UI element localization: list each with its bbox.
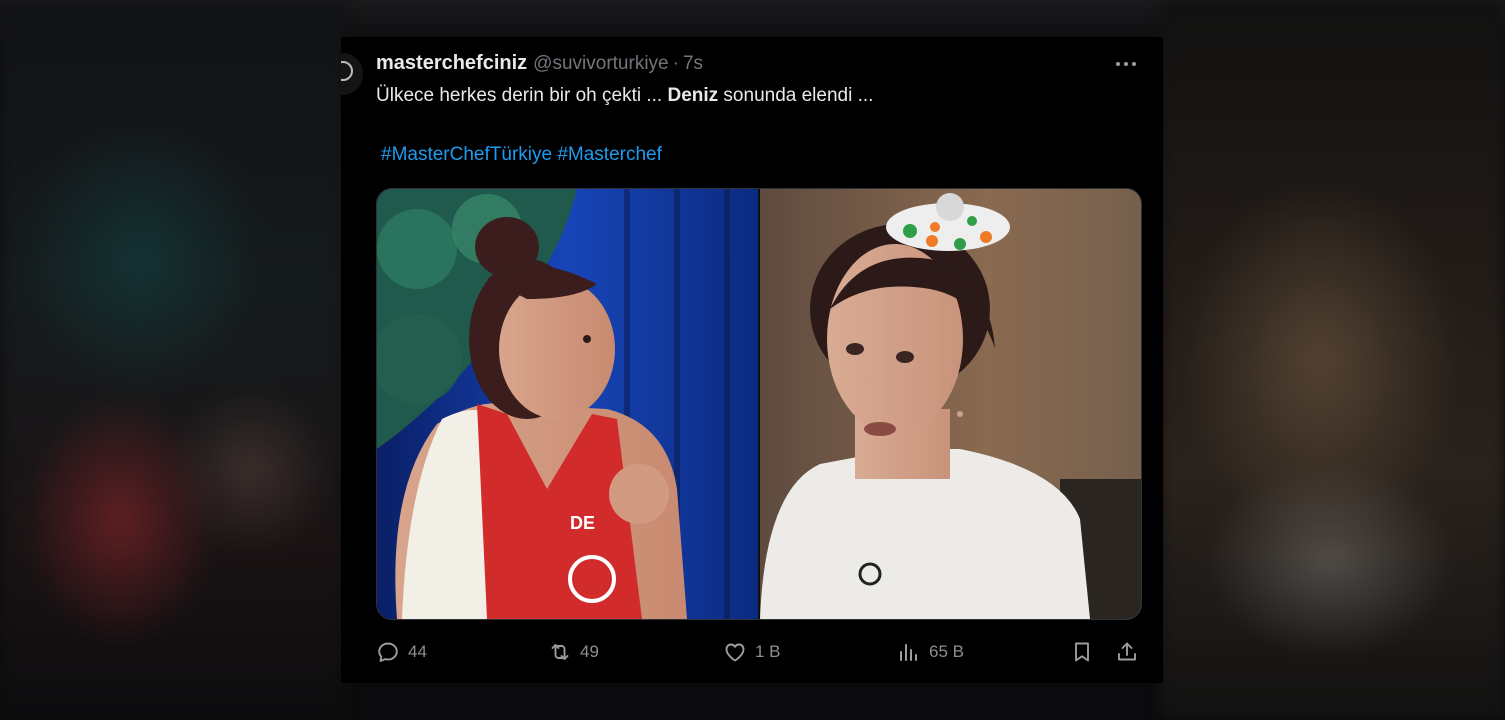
photo-left-art: DE	[377, 189, 758, 619]
tweet-card[interactable]: masterchefciniz @suvivorturkiye · 7s Ülk…	[341, 37, 1163, 683]
repost-button[interactable]: 49	[548, 635, 599, 669]
tweet-text: Ülkece herkes derin bir oh çekti ... Den…	[376, 85, 873, 107]
backdrop-left	[0, 0, 345, 720]
tweet-text-part2: sonunda elendi ...	[718, 85, 874, 106]
like-button[interactable]: 1 B	[723, 635, 781, 669]
tweet-media[interactable]: DE	[376, 188, 1142, 620]
tweet-text-part1: Ülkece herkes derin bir oh çekti ...	[376, 85, 668, 106]
share-icon	[1118, 642, 1136, 661]
photo-right[interactable]	[760, 189, 1141, 619]
bookmark-icon	[1075, 642, 1089, 662]
separator: ·	[672, 53, 679, 74]
display-name[interactable]: masterchefciniz	[376, 52, 527, 75]
like-icon	[725, 643, 745, 662]
hashtags: #MasterChefTürkiye #Masterchef	[381, 144, 662, 166]
tweet-header: masterchefciniz @suvivorturkiye · 7s	[376, 52, 703, 76]
reply-icon	[378, 642, 398, 662]
bookmark-button[interactable]	[1070, 635, 1094, 669]
masterchef-logo-icon	[341, 61, 353, 81]
tweet-text-bold: Deniz	[667, 85, 719, 106]
hashtag-masterchefturkiye[interactable]: #MasterChefTürkiye	[381, 144, 552, 165]
photo-left[interactable]: DE	[377, 189, 758, 619]
views-button[interactable]: 65 B	[897, 635, 964, 669]
views-icon	[900, 644, 917, 661]
avatar[interactable]	[341, 53, 363, 95]
repost-icon	[551, 644, 569, 660]
more-icon[interactable]	[1113, 57, 1139, 71]
like-count: 1 B	[755, 642, 781, 661]
share-button[interactable]	[1115, 635, 1139, 669]
hashtag-masterchef[interactable]: #Masterchef	[557, 144, 662, 165]
backdrop-right	[1160, 0, 1505, 720]
user-handle[interactable]: @suvivorturkiye	[533, 53, 668, 75]
photo-right-art	[760, 189, 1141, 619]
timestamp[interactable]: 7s	[683, 53, 703, 75]
reply-button[interactable]: 44	[376, 635, 427, 669]
reply-count: 44	[408, 642, 427, 661]
action-bar: 44 49 1 B 65 B	[376, 635, 1140, 669]
views-count: 65 B	[929, 642, 964, 661]
repost-count: 49	[580, 642, 599, 661]
apron-text: DE	[570, 513, 595, 533]
